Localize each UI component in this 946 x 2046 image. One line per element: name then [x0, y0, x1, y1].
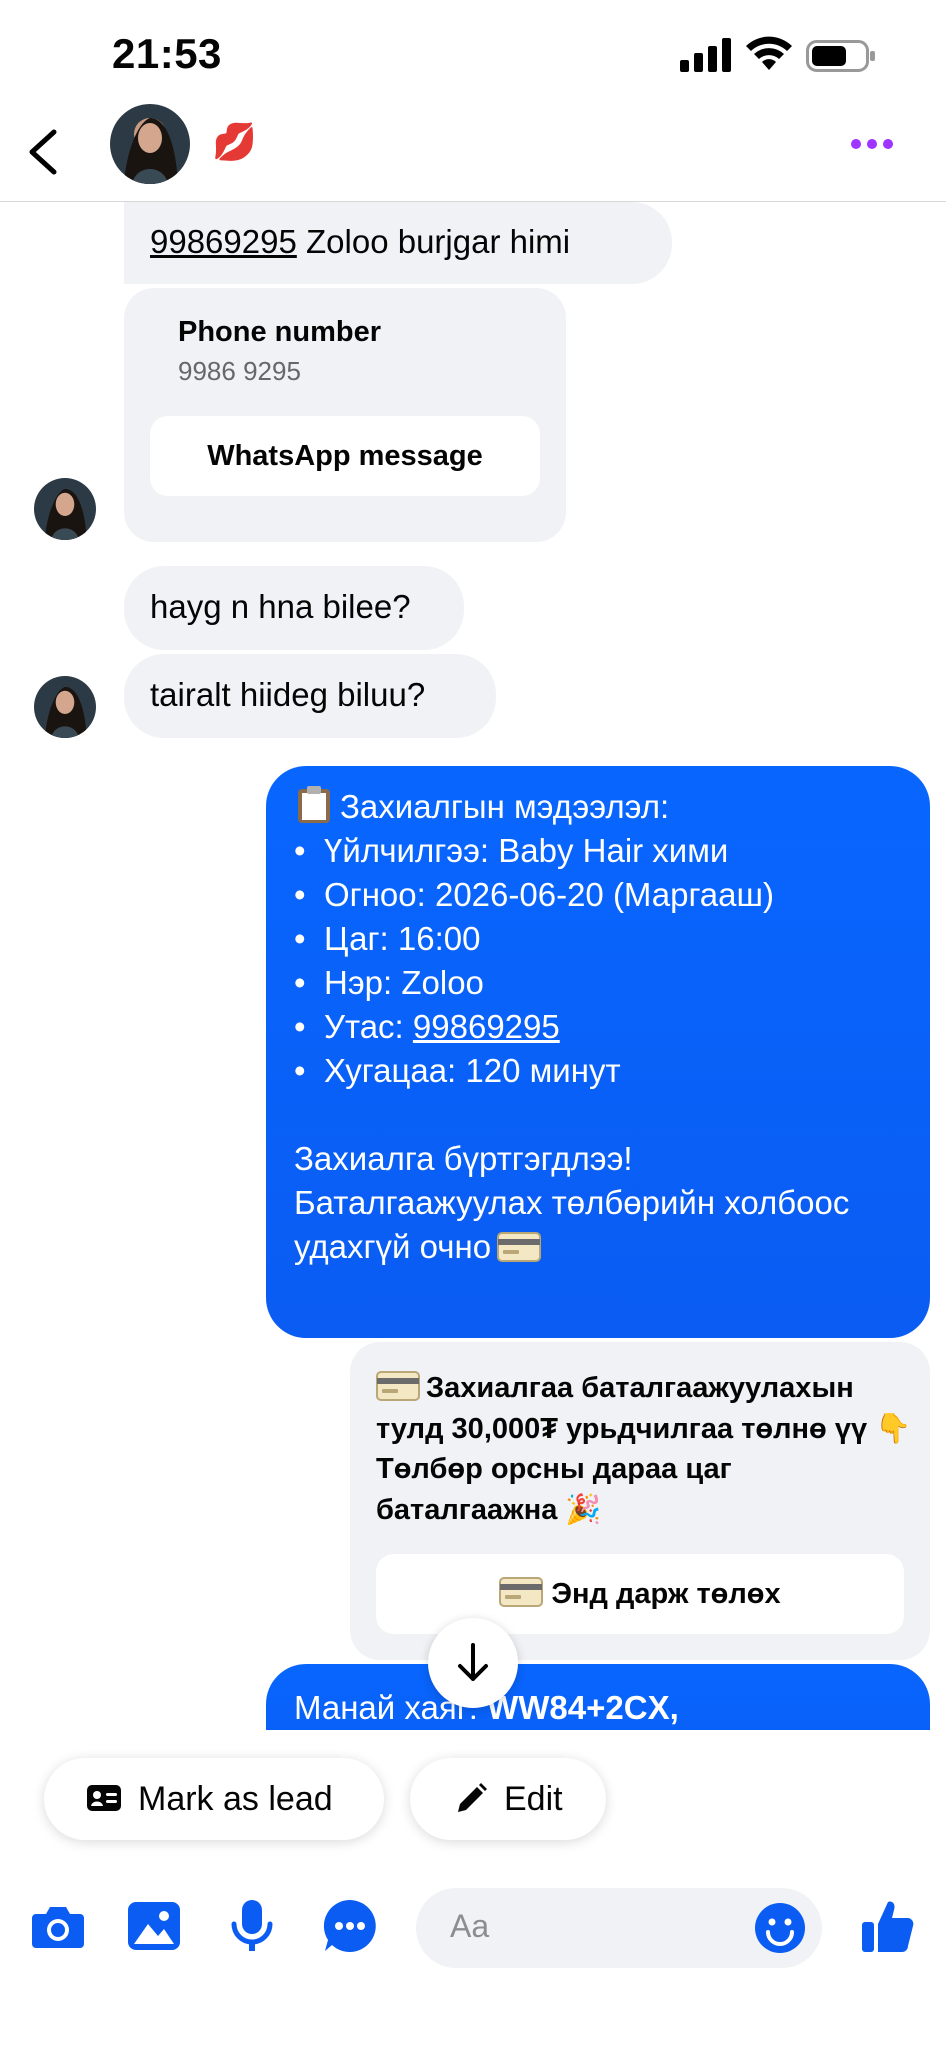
credit-card-icon	[376, 1371, 420, 1401]
conversation-header: 💋	[0, 100, 946, 202]
arrow-down-icon	[458, 1643, 488, 1681]
edit-button[interactable]: Edit	[410, 1758, 606, 1840]
kiss-emoji: 💋	[212, 121, 257, 162]
status-time: 21:53	[112, 30, 222, 77]
pencil-icon	[458, 1783, 487, 1812]
signal-icon	[680, 38, 731, 72]
message-bubble-incoming[interactable]: 99869295 Zoloo burjgar himi	[124, 202, 672, 284]
status-bar: 21:53	[0, 0, 946, 110]
message-text: Zoloo burjgar himi	[296, 223, 571, 260]
booking-footer: Баталгаажуулах төлбөрийн холбоос	[294, 1184, 850, 1221]
message-bubble-outgoing-booking[interactable]: Захиалгын мэдээлэл: Үйлчилгээ: Baby Hair…	[266, 766, 930, 1338]
phone-link[interactable]: 99869295	[150, 223, 297, 260]
booking-item-phone: Утас: 99869295	[294, 1005, 902, 1049]
wifi-icon	[746, 36, 792, 70]
more-chat-options-icon[interactable]	[320, 1896, 380, 1956]
clipboard-icon	[298, 786, 330, 823]
contact-avatar[interactable]	[110, 104, 190, 184]
microphone-icon[interactable]	[222, 1896, 282, 1956]
booking-item: Цаг: 16:00	[294, 917, 902, 961]
whatsapp-message-button[interactable]: WhatsApp message	[150, 416, 540, 496]
sender-avatar	[34, 676, 96, 738]
payment-card-text: Захиалгаа баталгаажуулахын тулд 30,000₮ …	[376, 1371, 912, 1526]
booking-footer: удахгүй очно	[294, 1228, 492, 1265]
booking-title: Захиалгын мэдээлэл:	[340, 788, 670, 825]
message-composer: Aa	[0, 1872, 946, 1982]
booking-item: Нэр: Zoloo	[294, 961, 902, 1005]
address-value: WW84+2CX,	[487, 1689, 679, 1726]
party-emoji: 🎉	[565, 1492, 602, 1526]
phone-link[interactable]: 99869295	[413, 1008, 560, 1045]
gallery-icon[interactable]	[124, 1896, 184, 1956]
scroll-to-bottom-button[interactable]	[428, 1618, 518, 1708]
pointing-down-emoji: 👇	[875, 1411, 912, 1445]
message-input[interactable]: Aa	[416, 1888, 822, 1968]
emoji-icon[interactable]	[754, 1902, 806, 1954]
edit-label: Edit	[504, 1780, 563, 1818]
booking-footer: Захиалга бүртгэгдлээ!	[294, 1140, 633, 1177]
contact-card: Phone number 9986 9295 WhatsApp message	[124, 288, 566, 542]
message-bubble-outgoing-address[interactable]: Манай хаяг: WW84+2CX,	[266, 1664, 930, 1730]
message-bubble-incoming[interactable]: hayg n hna bilee?	[124, 566, 464, 650]
contact-card-number: 9986 9295	[178, 356, 301, 386]
camera-icon[interactable]	[28, 1896, 88, 1956]
lead-card-icon	[87, 1785, 121, 1811]
booking-item: Хугацаа: 120 минут	[294, 1049, 902, 1093]
bottom-bar: Mark as lead Edit Aa	[0, 1730, 946, 2046]
message-input-placeholder: Aa	[450, 1908, 490, 1944]
sender-avatar	[34, 478, 96, 540]
like-icon[interactable]	[858, 1896, 918, 1956]
credit-card-icon	[499, 1577, 544, 1607]
message-list[interactable]: 99869295 Zoloo burjgar himi Phone number…	[0, 202, 946, 1730]
booking-item: Огноо: 2026-06-20 (Маргааш)	[294, 873, 902, 917]
back-arrow-icon[interactable]	[24, 128, 60, 176]
mark-as-lead-label: Mark as lead	[138, 1780, 333, 1818]
payment-card: Захиалгаа баталгаажуулахын тулд 30,000₮ …	[350, 1342, 930, 1660]
mark-as-lead-button[interactable]: Mark as lead	[44, 1758, 384, 1840]
booking-item: Үйлчилгээ: Baby Hair хими	[294, 829, 902, 873]
message-bubble-incoming[interactable]: tairalt hiideg biluu?	[124, 654, 496, 738]
more-options-icon[interactable]	[850, 136, 894, 152]
pay-here-label: Энд дарж төлөх	[551, 1578, 781, 1610]
battery-icon	[806, 40, 875, 72]
contact-card-title: Phone number	[178, 316, 382, 348]
credit-card-icon	[497, 1232, 542, 1262]
